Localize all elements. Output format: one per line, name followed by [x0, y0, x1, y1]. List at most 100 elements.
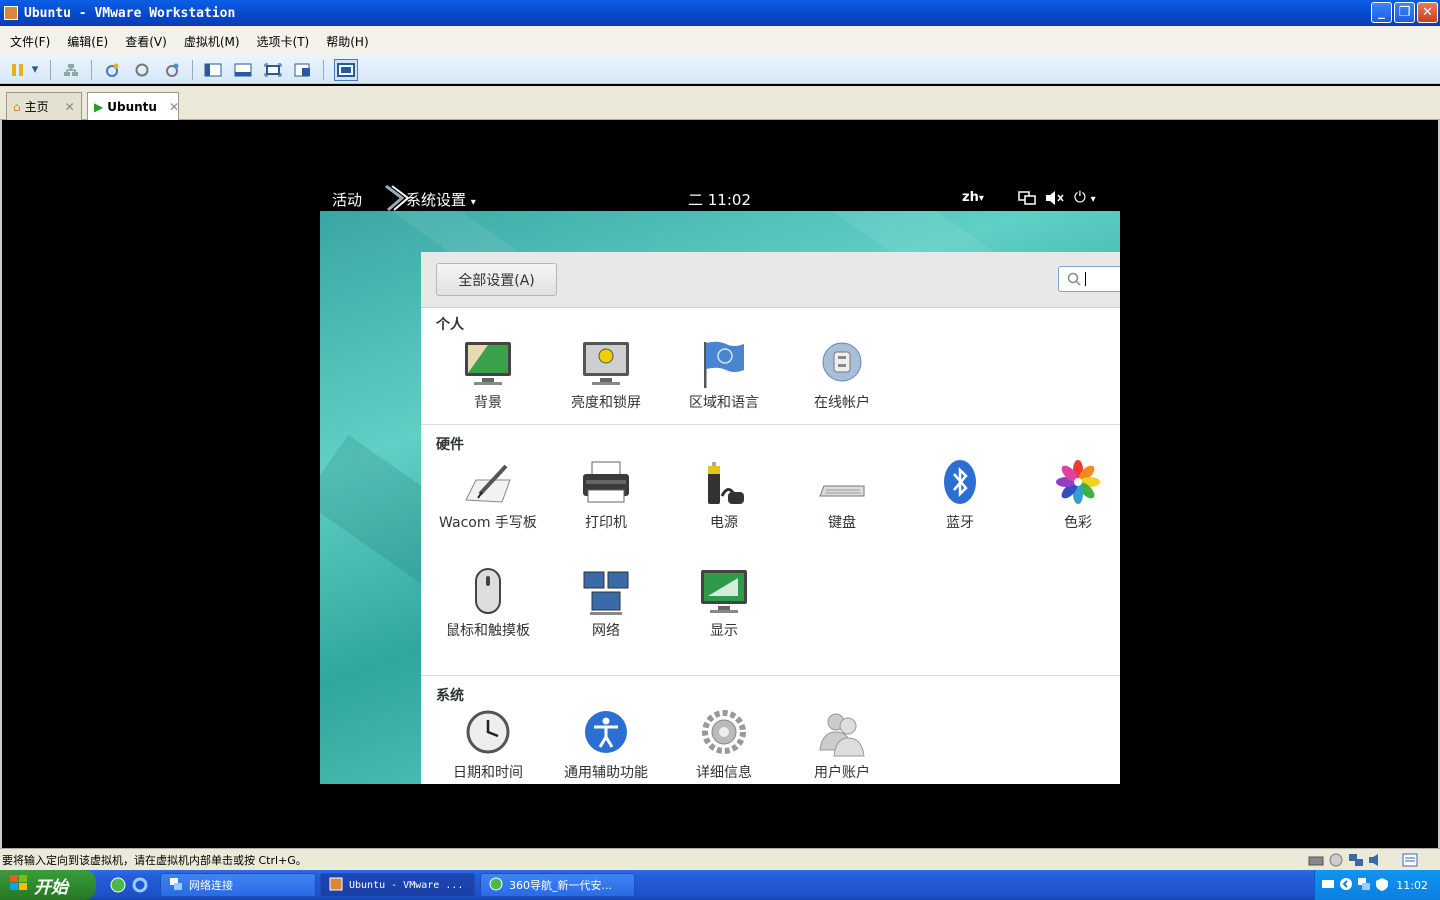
revert-snapshot-icon[interactable] [132, 61, 152, 79]
menu-view[interactable]: 查看(V) [125, 33, 167, 50]
home-icon: ⌂ [13, 99, 21, 114]
tab-ubuntu-close-icon[interactable]: ✕ [169, 100, 179, 114]
network-tray-icon[interactable] [1357, 877, 1371, 894]
maximize-button[interactable]: ❐ [1394, 2, 1415, 23]
network-status-icon[interactable] [1018, 190, 1036, 210]
menu-file[interactable]: 文件(F) [10, 33, 50, 50]
send-ctrl-alt-del-icon[interactable] [61, 61, 81, 79]
settings-item-online-accounts[interactable]: 在线帐户 [783, 340, 901, 412]
date-time-icon [462, 710, 514, 758]
settings-item-label: 通用辅助功能 [564, 765, 648, 781]
settings-item-bluetooth[interactable]: 蓝牙 [901, 460, 1019, 532]
background-icon [462, 340, 514, 388]
security-tray-icon[interactable] [1375, 877, 1389, 894]
menu-vm[interactable]: 虚拟机(M) [184, 33, 240, 50]
thumbnail-bar-icon[interactable] [233, 61, 253, 79]
app-menu-label: 系统设置 [406, 191, 467, 209]
all-settings-button[interactable]: 全部设置(A) [436, 263, 557, 296]
show-library-icon[interactable] [203, 61, 223, 79]
windows-taskbar: 开始 网络连接 Ubuntu - VMware ... 360导航_新一代安..… [0, 870, 1440, 900]
settings-item-power[interactable]: 电源 [665, 460, 783, 532]
clock[interactable]: 二 11:02 [688, 189, 751, 210]
menu-tabs[interactable]: 选项卡(T) [257, 33, 310, 50]
wacom-tablet-icon [462, 460, 514, 508]
start-button[interactable]: 开始 [0, 870, 96, 900]
settings-item-keyboard[interactable]: 键盘 [783, 460, 901, 532]
network-icon [580, 568, 632, 616]
console-view-icon[interactable] [334, 58, 358, 81]
settings-item-wacom[interactable]: Wacom 手写板 [429, 460, 547, 532]
task-network-connections[interactable]: 网络连接 [160, 873, 316, 897]
settings-item-printer[interactable]: 打印机 [547, 460, 665, 532]
power-menu[interactable]: ⏻ ▾ [1074, 188, 1096, 206]
input-method-arrow-icon: ▾ [978, 193, 984, 204]
settings-item-date-time[interactable]: 日期和时间 [429, 710, 547, 782]
task-360-browser[interactable]: 360导航_新一代安... [480, 873, 635, 897]
activities-button[interactable]: 活动 [332, 189, 362, 210]
settings-item-brightness-lock[interactable]: 亮度和锁屏 [547, 340, 665, 412]
settings-item-mouse-touchpad[interactable]: 鼠标和触摸板 [429, 568, 547, 640]
settings-item-label: 日期和时间 [453, 765, 523, 781]
region-language-icon [698, 340, 750, 388]
brightness-lock-icon [580, 340, 632, 388]
pause-dropdown-icon[interactable]: ▾ [30, 61, 40, 79]
network-connections-icon [169, 877, 183, 894]
gnome-top-bar: 活动 系统设置 ▾ 二 11:02 zh▾ ⏻ ▾ [320, 184, 1120, 212]
settings-item-label: 用户账户 [814, 765, 870, 781]
settings-item-background[interactable]: 背景 [429, 340, 547, 412]
settings-item-accessibility[interactable]: 通用辅助功能 [547, 710, 665, 782]
settings-item-region-language[interactable]: 区域和语言 [665, 340, 783, 412]
minimize-button[interactable]: _ [1371, 2, 1392, 23]
window-title: Ubuntu - VMware Workstation [24, 5, 236, 21]
unity-icon[interactable] [293, 61, 313, 79]
tab-home-close-icon[interactable]: ✕ [65, 100, 75, 114]
status-bar: 要将输入定向到该虚拟机，请在虚拟机内部单击或按 Ctrl+G。 [0, 848, 1440, 870]
settings-item-user-accounts[interactable]: 用户账户 [783, 710, 901, 782]
display-icon [698, 568, 750, 616]
task-vmware[interactable]: Ubuntu - VMware ... [320, 873, 475, 897]
ie-quicklaunch-icon[interactable] [132, 877, 148, 896]
user-accounts-icon [816, 710, 868, 758]
volume-muted-icon[interactable] [1045, 190, 1065, 210]
network-adapter-icon[interactable] [1348, 853, 1364, 870]
settings-item-label: 详细信息 [696, 765, 752, 781]
section-divider [421, 675, 1120, 676]
tray-arrow-icon[interactable] [1339, 877, 1353, 894]
keyboard-tray-icon[interactable] [1321, 878, 1335, 893]
section-system-title: 系统 [436, 688, 464, 704]
search-icon [1067, 272, 1081, 286]
keyboard-icon [816, 460, 868, 508]
360-browser-icon [489, 877, 503, 894]
window-titlebar[interactable]: Ubuntu - VMware Workstation _ ❐ ✕ [0, 0, 1440, 26]
snapshot-icon[interactable] [102, 61, 122, 79]
settings-item-label: 亮度和锁屏 [571, 395, 641, 411]
system-tray: 11:02 [1314, 870, 1440, 900]
settings-item-display[interactable]: 显示 [665, 568, 783, 640]
search-input[interactable] [1058, 266, 1120, 292]
status-message: 要将输入定向到该虚拟机，请在虚拟机内部单击或按 Ctrl+G。 [2, 853, 307, 867]
full-screen-icon[interactable] [263, 61, 283, 79]
section-personal-title: 个人 [436, 317, 464, 333]
menu-edit[interactable]: 编辑(E) [67, 33, 108, 50]
message-log-icon[interactable] [1402, 853, 1418, 870]
settings-item-label: 网络 [592, 623, 620, 639]
sound-card-icon[interactable] [1368, 853, 1384, 870]
app-menu[interactable]: 系统设置 ▾ [406, 189, 476, 210]
input-method-menu[interactable]: zh▾ [962, 190, 984, 205]
settings-item-label: 在线帐户 [814, 395, 870, 411]
taskbar-clock[interactable]: 11:02 [1396, 879, 1428, 892]
tab-home[interactable]: ⌂ 主页 ✕ [6, 92, 82, 120]
close-button[interactable]: ✕ [1417, 2, 1438, 23]
pause-icon[interactable] [8, 61, 28, 79]
settings-item-details[interactable]: 详细信息 [665, 710, 783, 782]
settings-item-label: Wacom 手写板 [439, 515, 537, 531]
printer-icon [580, 460, 632, 508]
360-browser-quicklaunch-icon[interactable] [110, 877, 126, 896]
menu-help[interactable]: 帮助(H) [326, 33, 368, 50]
cd-drive-icon[interactable] [1328, 853, 1344, 870]
settings-item-color[interactable]: 色彩 [1019, 460, 1120, 532]
tab-ubuntu[interactable]: ▶ Ubuntu ✕ [87, 92, 179, 120]
settings-item-network[interactable]: 网络 [547, 568, 665, 640]
hard-disk-icon[interactable] [1308, 853, 1324, 870]
snapshot-manager-icon[interactable] [162, 61, 182, 79]
